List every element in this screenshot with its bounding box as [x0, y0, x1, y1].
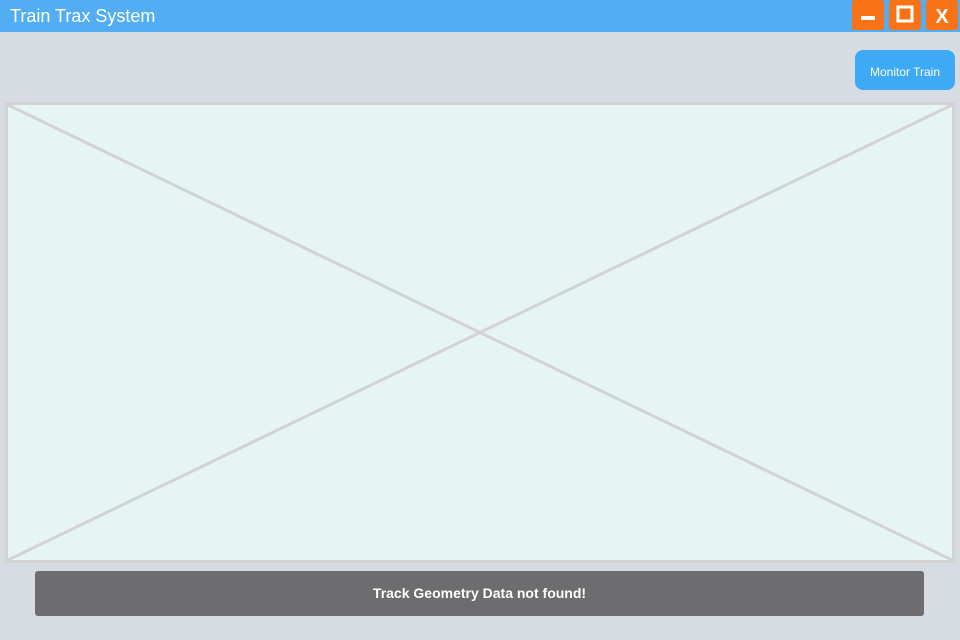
- window-title: Train Trax System: [10, 6, 156, 26]
- close-label: X: [935, 6, 949, 28]
- monitor-train-button[interactable]: Monitor Train: [855, 50, 955, 90]
- track-geometry-viewport: [5, 102, 955, 563]
- close-button[interactable]: X: [926, 0, 958, 30]
- minimize-button[interactable]: [852, 0, 884, 30]
- title-bar: Train Trax System X: [0, 0, 960, 32]
- minimize-icon: [861, 16, 875, 20]
- app-window: Train Trax System X Monitor Train Track …: [0, 0, 960, 640]
- status-message: Track Geometry Data not found!: [35, 571, 924, 616]
- maximize-icon: [896, 5, 914, 23]
- image-placeholder-icon: [8, 105, 952, 560]
- close-icon: X: [935, 6, 949, 28]
- maximize-button[interactable]: [889, 0, 921, 30]
